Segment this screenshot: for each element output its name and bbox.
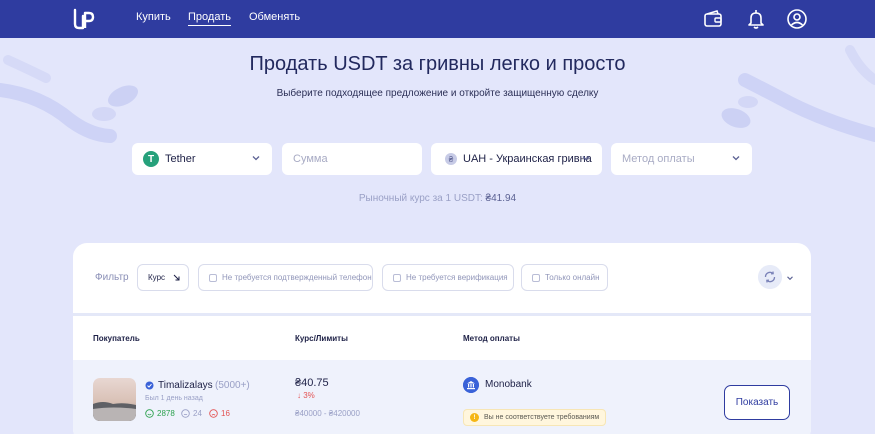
wallet-icon[interactable] — [702, 8, 724, 30]
refresh-icon[interactable] — [758, 265, 782, 289]
payment-method-select[interactable]: Метод оплаты — [611, 143, 752, 175]
smile-positive-icon — [145, 409, 154, 418]
requirements-warning: ! Вы не соответствуете требованиям — [463, 409, 607, 426]
requirements-warning-text: Вы не соответствуете требованиям — [484, 414, 600, 421]
chevron-down-icon — [252, 156, 260, 161]
bank-icon — [463, 377, 479, 393]
price-change: ↓ 3% — [297, 391, 315, 400]
market-rate-label: Рыночный курс за 1 USDT: — [358, 193, 483, 204]
currency-select[interactable]: ₴ UAH - Украинская гривна — [431, 143, 602, 175]
coin-select-value: Tether — [165, 153, 196, 165]
panel-divider — [73, 313, 811, 316]
offer-price: ₴40.75 — [295, 377, 329, 389]
chevron-down-icon — [732, 156, 740, 161]
seller-name[interactable]: Timalizalays — [158, 380, 213, 391]
warning-icon: ! — [470, 413, 479, 422]
offers-panel: Фильтр Курс Не требуется подтвержденный … — [73, 243, 811, 434]
column-header-payment-method: Метод оплаты — [463, 334, 520, 343]
column-header-buyer: Покупатель — [93, 334, 140, 343]
neutral-reviews: 24 — [181, 409, 202, 418]
chevron-down-icon — [582, 156, 590, 161]
smile-negative-icon — [209, 409, 218, 418]
filter-no-verification-checkbox[interactable]: Не требуется верификация — [382, 264, 514, 291]
currency-select-value: UAH - Украинская гривна — [463, 153, 592, 165]
bell-icon[interactable] — [745, 8, 767, 30]
avatar[interactable] — [93, 378, 136, 421]
show-offer-button[interactable]: Показать — [724, 385, 790, 420]
tether-icon: T — [143, 151, 159, 167]
page-subtitle: Выберите подходящее предложение и открой… — [276, 88, 599, 99]
checkbox-icon — [209, 273, 217, 282]
price-change-value: 3% — [303, 391, 315, 400]
coin-select[interactable]: T Tether — [132, 143, 272, 175]
positive-reviews-count: 2878 — [157, 409, 175, 418]
chevron-down-icon[interactable] — [787, 275, 793, 281]
nav-sell[interactable]: Продать — [188, 11, 231, 26]
logo-icon[interactable] — [72, 7, 96, 31]
positive-reviews: 2878 — [145, 409, 175, 418]
sort-arrow-icon — [173, 274, 180, 281]
payment-method-name: Monobank — [485, 379, 532, 390]
neutral-reviews-count: 24 — [193, 409, 202, 418]
negative-reviews-count: 16 — [221, 409, 230, 418]
checkbox-icon — [393, 273, 401, 282]
offer-limits: ₴40000 - ₴420000 — [295, 409, 360, 418]
market-rate-value: ₴41.94 — [485, 193, 517, 204]
user-icon[interactable] — [786, 8, 808, 30]
seller-deals-count: (5000+) — [215, 380, 250, 391]
currency-icon: ₴ — [445, 153, 457, 165]
nav-buy[interactable]: Купить — [136, 11, 171, 23]
filter-no-phone-checkbox[interactable]: Не требуется подтвержденный телефон — [198, 264, 373, 291]
amount-input[interactable]: Сумма — [282, 143, 422, 175]
filter-online-only-label: Только онлайн — [545, 273, 600, 282]
smile-neutral-icon — [181, 409, 190, 418]
sort-rate-label: Курс — [148, 273, 166, 282]
filter-label: Фильтр — [95, 272, 129, 283]
amount-input-placeholder: Сумма — [293, 153, 328, 165]
column-header-rate-limits: Курс/Лимиты — [295, 334, 348, 343]
page-title: Продать USDT за гривны легко и просто — [249, 53, 626, 75]
top-navigation-bar: Купить Продать Обменять — [0, 0, 875, 38]
filter-no-phone-label: Не требуется подтвержденный телефон — [222, 273, 372, 282]
table-row: Timalizalays (5000+) Был 1 день назад 28… — [73, 360, 811, 434]
checkbox-icon — [532, 273, 540, 282]
payment-method-placeholder: Метод оплаты — [622, 153, 695, 165]
last-seen: Был 1 день назад — [145, 395, 203, 402]
negative-reviews: 16 — [209, 409, 230, 418]
filter-no-verification-label: Не требуется верификация — [406, 273, 508, 282]
market-rate: Рыночный курс за 1 USDT: ₴41.94 — [0, 193, 875, 204]
sort-rate-button[interactable]: Курс — [137, 264, 189, 291]
nav-exchange[interactable]: Обменять — [249, 11, 300, 23]
verified-badge-icon — [145, 381, 154, 390]
filter-online-only-checkbox[interactable]: Только онлайн — [521, 264, 608, 291]
